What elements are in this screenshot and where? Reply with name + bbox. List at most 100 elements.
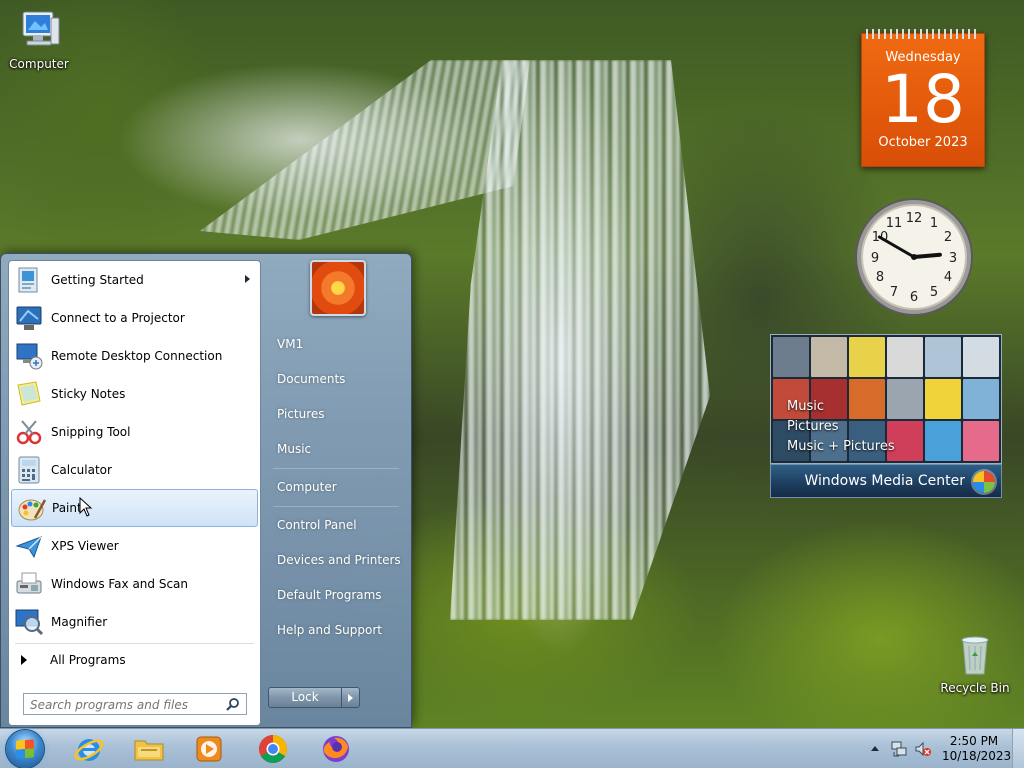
clock-gadget[interactable]: 12 12 345 678 91011	[852, 195, 976, 319]
program-sticky-notes[interactable]: Sticky Notes	[9, 375, 260, 413]
start-menu-programs-pane: Getting Started Connect to a Projector R…	[8, 260, 261, 726]
projector-icon	[16, 306, 42, 330]
calendar-gadget[interactable]: Wednesday 18 October 2023	[861, 29, 985, 167]
chrome-icon[interactable]	[256, 732, 290, 766]
link-devices-printers[interactable]: Devices and Printers	[277, 553, 401, 567]
link-computer[interactable]: Computer	[277, 480, 337, 494]
search-icon[interactable]	[225, 697, 241, 713]
start-button[interactable]	[6, 730, 44, 768]
system-date: 10/18/2023	[942, 749, 1012, 763]
program-magnifier[interactable]: Magnifier	[9, 603, 260, 641]
calendar-rings	[866, 29, 980, 39]
all-programs-button[interactable]: All Programs	[9, 646, 260, 674]
program-snipping-tool[interactable]: Snipping Tool	[9, 413, 260, 451]
taskbar: 2:50 PM 10/18/2023	[0, 728, 1024, 768]
file-explorer-icon[interactable]	[132, 732, 166, 766]
wallpaper-waterfall-upper	[200, 60, 530, 240]
link-music[interactable]: Music	[277, 442, 311, 456]
media-center-tiles: Music Pictures Music + Pictures	[770, 334, 1002, 464]
svg-text:8: 8	[876, 270, 884, 285]
program-list: Getting Started Connect to a Projector R…	[9, 261, 260, 641]
desktop-icon-label: Recycle Bin	[940, 681, 1010, 695]
svg-text:2: 2	[944, 230, 952, 245]
desktop-icon-label: Computer	[9, 57, 69, 71]
svg-text:3: 3	[949, 251, 957, 266]
volume-muted-icon[interactable]	[914, 740, 932, 758]
svg-text:12: 12	[906, 211, 923, 226]
program-label: Paint	[52, 501, 82, 515]
program-getting-started[interactable]: Getting Started	[9, 261, 260, 299]
link-default-programs[interactable]: Default Programs	[277, 588, 382, 602]
svg-text:4: 4	[944, 270, 952, 285]
link-user-folder[interactable]: VM1	[277, 337, 303, 351]
clock-hour-hand	[912, 252, 942, 259]
program-label: Connect to a Projector	[51, 311, 185, 325]
program-label: Calculator	[51, 463, 112, 477]
show-desktop-button[interactable]	[1012, 729, 1024, 768]
program-calculator[interactable]: Calculator	[9, 451, 260, 489]
all-programs-arrow-icon	[21, 655, 27, 665]
user-avatar[interactable]	[310, 260, 366, 316]
program-label: Remote Desktop Connection	[51, 349, 223, 363]
fax-scan-icon	[16, 572, 42, 594]
show-hidden-icons-chevron-icon[interactable]	[870, 744, 880, 752]
media-center-pictures[interactable]: Pictures	[787, 417, 895, 437]
link-documents[interactable]: Documents	[277, 372, 345, 386]
media-center-labels: Music Pictures Music + Pictures	[787, 397, 895, 457]
remote-desktop-icon	[16, 343, 43, 370]
program-paint[interactable]: Paint	[11, 489, 258, 527]
links-separator	[273, 468, 399, 469]
link-control-panel[interactable]: Control Panel	[277, 518, 357, 532]
svg-text:9: 9	[871, 251, 879, 266]
system-clock[interactable]: 2:50 PM 10/18/2023	[942, 734, 1012, 764]
media-center-brand-bar[interactable]: Windows Media Center	[770, 464, 1002, 498]
paint-icon	[18, 499, 47, 521]
calculator-icon	[18, 456, 40, 484]
program-connect-projector[interactable]: Connect to a Projector	[9, 299, 260, 337]
program-label: Sticky Notes	[51, 387, 126, 401]
svg-text:11: 11	[886, 216, 903, 231]
program-xps-viewer[interactable]: XPS Viewer	[9, 527, 260, 565]
search-input[interactable]	[23, 693, 247, 715]
media-center-music-pictures[interactable]: Music + Pictures	[787, 437, 895, 457]
windows-logo-icon	[16, 739, 34, 759]
internet-explorer-icon[interactable]	[72, 732, 106, 766]
start-menu-links-pane: VM1 Documents Pictures Music Computer Co…	[263, 254, 411, 729]
link-pictures[interactable]: Pictures	[277, 407, 325, 421]
program-label: Snipping Tool	[51, 425, 131, 439]
xps-viewer-icon	[15, 536, 42, 559]
svg-text:1: 1	[930, 216, 938, 231]
lock-button[interactable]: Lock	[268, 687, 342, 708]
svg-text:6: 6	[910, 290, 918, 305]
mouse-cursor-icon	[79, 497, 93, 517]
program-label: Windows Fax and Scan	[51, 577, 189, 591]
calendar-month-year: October 2023	[878, 135, 968, 150]
submenu-arrow-icon	[245, 275, 250, 283]
start-menu: Getting Started Connect to a Projector R…	[0, 253, 412, 728]
program-fax-scan[interactable]: Windows Fax and Scan	[9, 565, 260, 603]
svg-text:5: 5	[930, 285, 938, 300]
sticky-notes-icon	[17, 381, 41, 406]
program-label: Magnifier	[51, 615, 108, 629]
magnifier-icon	[15, 609, 44, 636]
recycle-bin-icon	[961, 636, 989, 675]
firefox-icon[interactable]	[319, 732, 353, 766]
desktop-icon-computer[interactable]: Computer	[1, 8, 77, 71]
media-player-icon[interactable]	[192, 732, 226, 766]
calendar-day: 18	[881, 61, 965, 138]
power-options-arrow-button[interactable]	[342, 687, 360, 708]
getting-started-icon	[18, 267, 38, 293]
program-remote-desktop[interactable]: Remote Desktop Connection	[9, 337, 260, 375]
program-label: Getting Started	[51, 273, 144, 287]
link-help-support[interactable]: Help and Support	[277, 623, 382, 637]
network-icon[interactable]	[890, 740, 908, 758]
all-programs-label: All Programs	[50, 653, 126, 667]
program-list-separator	[15, 643, 254, 644]
computer-icon	[22, 11, 60, 46]
media-center-music[interactable]: Music	[787, 397, 895, 417]
desktop-icon-recycle-bin[interactable]: Recycle Bin	[937, 632, 1013, 695]
media-center-brand: Windows Media Center	[804, 473, 965, 489]
snipping-tool-icon	[16, 420, 42, 445]
links-separator	[273, 506, 399, 507]
media-center-gadget[interactable]: Music Pictures Music + Pictures Windows …	[770, 334, 1002, 498]
